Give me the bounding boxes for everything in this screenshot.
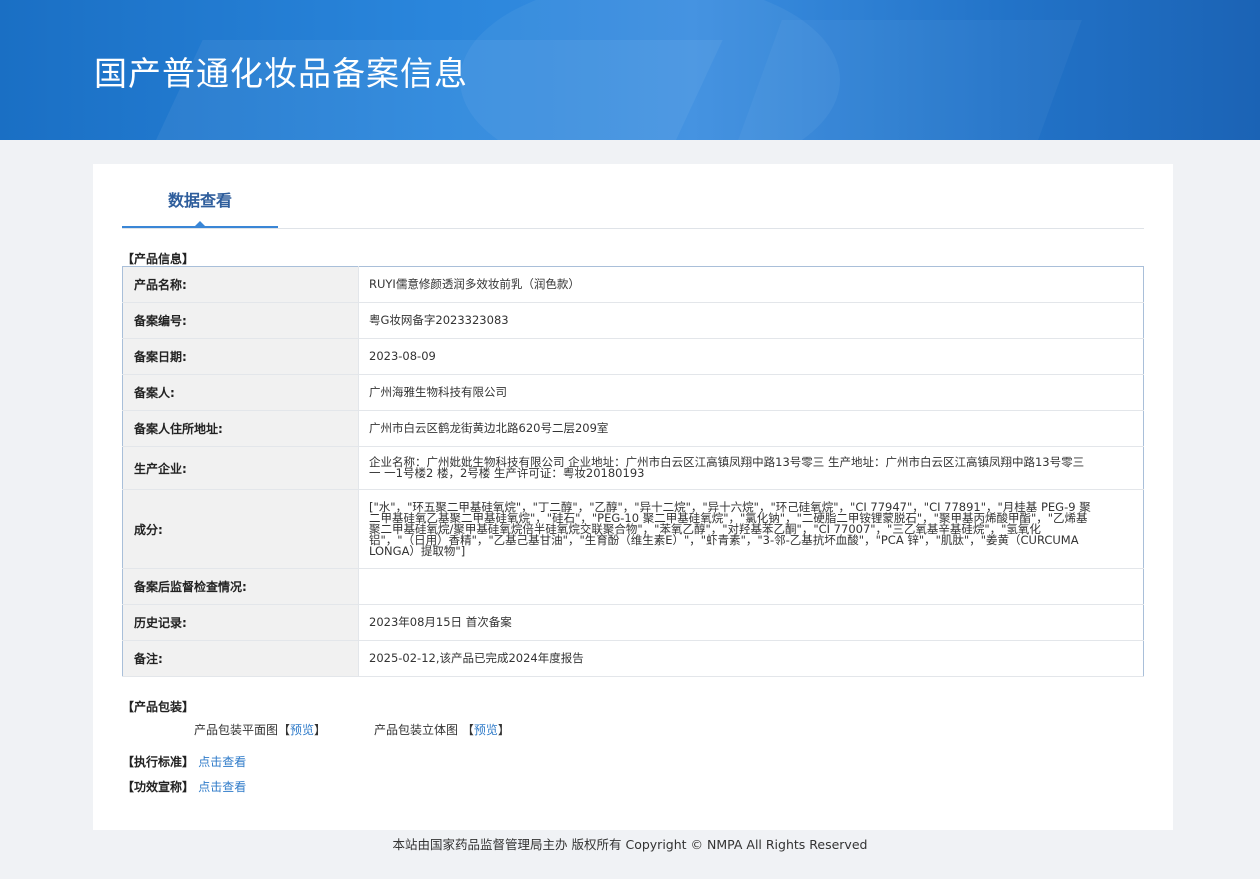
bracket: 】: [497, 723, 510, 737]
row-value: 2023年08月15日 首次备案: [358, 604, 1144, 641]
row-value: 粤G妆网备字2023323083: [358, 302, 1144, 339]
efficacy-label: 【功效宣称】: [122, 780, 195, 794]
row-value: 广州海雅生物科技有限公司: [358, 374, 1144, 411]
row-value: 广州市白云区鹤龙街黄边北路620号二层209室: [358, 410, 1144, 447]
product-info-table: 产品名称: RUYI儒意修颜透润多效妆前乳（润色款） 备案编号: 粤G妆网备字2…: [122, 266, 1144, 677]
row-key: 备案后监督检查情况:: [122, 568, 359, 605]
packaging-flat-label: 产品包装平面图: [194, 723, 279, 737]
row-key: 产品名称:: [122, 266, 359, 303]
row-key: 备案人:: [122, 374, 359, 411]
table-row: 备案后监督检查情况:: [122, 568, 1144, 605]
table-row: 备注: 2025-02-12,该产品已完成2024年度报告: [122, 640, 1144, 677]
table-row: 产品名称: RUYI儒意修颜透润多效妆前乳（润色款）: [122, 266, 1144, 303]
packaging-stereo: 产品包装立体图 【预览】: [374, 721, 510, 738]
bracket: 【: [461, 723, 474, 737]
row-key: 成分:: [122, 489, 359, 569]
row-value: [358, 568, 1144, 605]
table-row: 备案编号: 粤G妆网备字2023323083: [122, 302, 1144, 339]
bracket: 【: [278, 723, 291, 737]
row-value: 2025-02-12,该产品已完成2024年度报告: [358, 640, 1144, 677]
table-row: 备案日期: 2023-08-09: [122, 338, 1144, 375]
efficacy-view-link[interactable]: 点击查看: [198, 780, 246, 794]
standard-label: 【执行标准】: [122, 755, 195, 769]
header-banner: 国产普通化妆品备案信息: [0, 0, 1260, 140]
tab-active-indicator: [194, 221, 206, 227]
bracket: 】: [314, 723, 327, 737]
row-key: 历史记录:: [122, 604, 359, 641]
banner-decoration: [738, 20, 1082, 140]
page-title: 国产普通化妆品备案信息: [94, 54, 468, 93]
efficacy-section: 【功效宣称】 点击查看: [122, 778, 246, 795]
standard-section: 【执行标准】 点击查看: [122, 753, 246, 770]
content-card: 数据查看 【产品信息】 产品名称: RUYI儒意修颜透润多效妆前乳（润色款） 备…: [93, 164, 1173, 830]
table-row: 成分: ["水"，"环五聚二甲基硅氧烷"，"丁二醇"，"乙醇"，"异十二烷"，"…: [122, 489, 1144, 569]
table-row: 历史记录: 2023年08月15日 首次备案: [122, 604, 1144, 641]
row-value: RUYI儒意修颜透润多效妆前乳（润色款）: [358, 266, 1144, 303]
row-value: 企业名称：广州妣妣生物科技有限公司 企业地址：广州市白云区江高镇凤翔中路13号零…: [358, 446, 1144, 490]
product-info-section-label: 【产品信息】: [122, 252, 195, 266]
row-value: ["水"，"环五聚二甲基硅氧烷"，"丁二醇"，"乙醇"，"异十二烷"，"异十六烷…: [358, 489, 1144, 569]
packaging-flat: 产品包装平面图【预览】: [194, 721, 326, 738]
row-key: 生产企业:: [122, 446, 359, 490]
row-key: 备案日期:: [122, 338, 359, 375]
row-key: 备案编号:: [122, 302, 359, 339]
row-value: 2023-08-09: [358, 338, 1144, 375]
packaging-flat-preview-link[interactable]: 预览: [290, 723, 314, 737]
standard-view-link[interactable]: 点击查看: [198, 755, 246, 769]
packaging-stereo-preview-link[interactable]: 预览: [474, 723, 498, 737]
packaging-stereo-label: 产品包装立体图: [374, 723, 459, 737]
row-key: 备注:: [122, 640, 359, 677]
row-key: 备案人住所地址:: [122, 410, 359, 447]
table-row: 备案人: 广州海雅生物科技有限公司: [122, 374, 1144, 411]
tab-bar: 数据查看: [122, 184, 1144, 229]
footer-copyright: 本站由国家药品监督管理局主办 版权所有 Copyright © NMPA All…: [392, 837, 868, 852]
packaging-section-label: 【产品包装】: [122, 700, 195, 714]
table-row: 生产企业: 企业名称：广州妣妣生物科技有限公司 企业地址：广州市白云区江高镇凤翔…: [122, 446, 1144, 490]
table-row: 备案人住所地址: 广州市白云区鹤龙街黄边北路620号二层209室: [122, 410, 1144, 447]
